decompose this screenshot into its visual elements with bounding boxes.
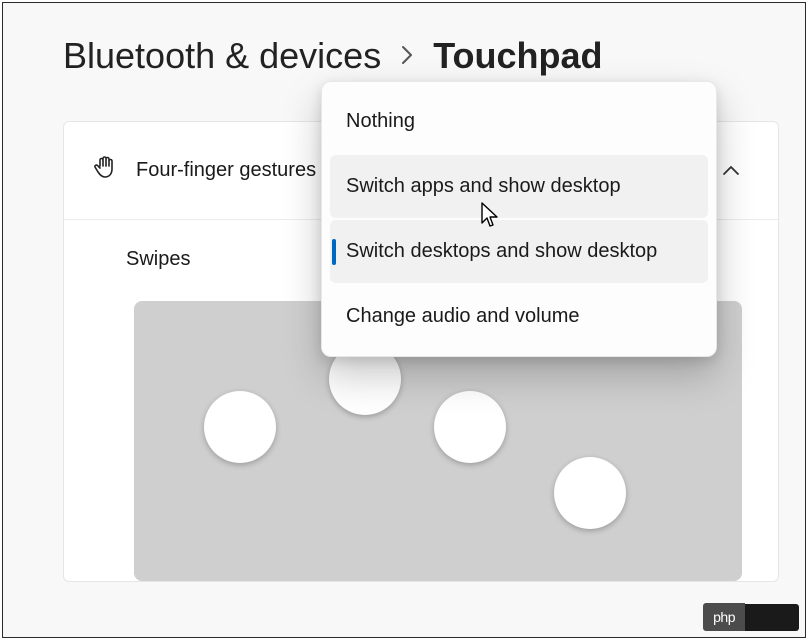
breadcrumb-current: Touchpad <box>433 35 602 77</box>
breadcrumb-parent[interactable]: Bluetooth & devices <box>63 35 381 77</box>
finger-dot <box>434 391 506 463</box>
menu-item-nothing[interactable]: Nothing <box>330 90 708 153</box>
breadcrumb: Bluetooth & devices Touchpad <box>63 35 603 77</box>
menu-item-switch-desktops[interactable]: Switch desktops and show desktop <box>330 220 708 283</box>
watermark-text: php <box>703 603 745 631</box>
chevron-right-icon <box>399 39 415 73</box>
menu-item-change-audio[interactable]: Change audio and volume <box>330 285 708 348</box>
selection-indicator <box>332 239 336 265</box>
menu-item-label: Switch apps and show desktop <box>346 175 621 197</box>
menu-item-label: Change audio and volume <box>346 305 580 327</box>
chevron-up-icon[interactable] <box>712 152 750 190</box>
menu-item-label: Nothing <box>346 110 415 132</box>
finger-dot <box>554 457 626 529</box>
menu-item-switch-apps[interactable]: Switch apps and show desktop <box>330 155 708 218</box>
hand-icon <box>92 154 120 187</box>
watermark: php <box>703 603 799 631</box>
menu-item-label: Switch desktops and show desktop <box>346 240 657 262</box>
swipes-dropdown-menu[interactable]: Nothing Switch apps and show desktop Swi… <box>321 81 717 357</box>
watermark-block <box>745 604 799 631</box>
finger-dot <box>204 391 276 463</box>
